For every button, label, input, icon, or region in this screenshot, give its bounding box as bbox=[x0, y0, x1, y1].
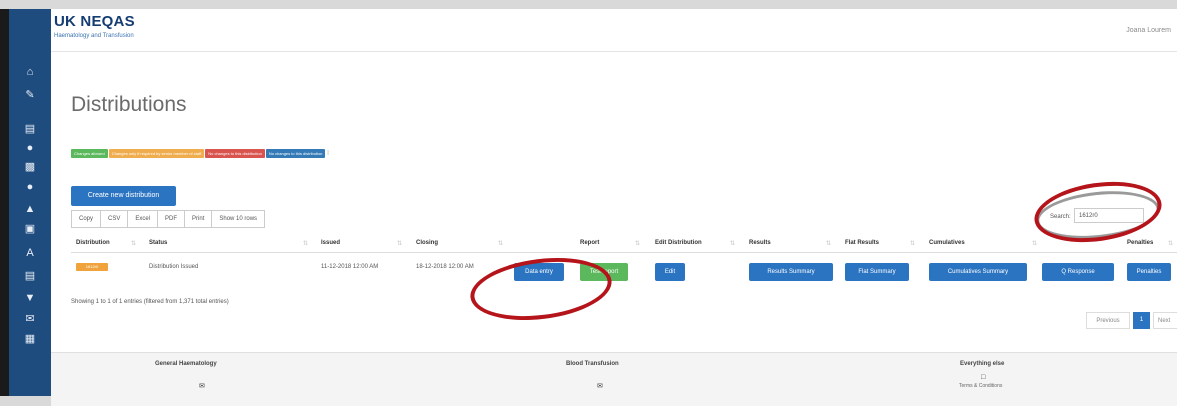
font-icon[interactable]: A bbox=[9, 247, 51, 259]
col-flat-results[interactable]: Flat Results bbox=[845, 240, 879, 246]
csv-button[interactable]: CSV bbox=[100, 210, 129, 228]
show-rows-button[interactable]: Show 10 rows bbox=[211, 210, 266, 228]
closing-cell: 18-12-2018 12:00 AM bbox=[416, 264, 474, 270]
sort-icon[interactable]: ⇅ bbox=[730, 240, 735, 247]
status-cell: Distribution Issued bbox=[149, 264, 199, 270]
footer-blood-transfusion: Blood Transfusion bbox=[566, 361, 619, 367]
penalties-button[interactable]: Penalties bbox=[1127, 263, 1171, 281]
sort-icon[interactable]: ⇅ bbox=[910, 240, 915, 247]
edit-icon[interactable]: ✎ bbox=[9, 89, 51, 101]
edit-button[interactable]: Edit bbox=[655, 263, 685, 281]
col-distribution[interactable]: Distribution bbox=[76, 240, 110, 246]
calendar-icon[interactable]: ▦ bbox=[9, 333, 51, 345]
distribution-badge: 1612r0 bbox=[76, 263, 108, 271]
sort-icon[interactable]: ⇅ bbox=[397, 240, 402, 247]
flask-icon[interactable]: ▲ bbox=[9, 203, 51, 215]
list-icon[interactable]: ▤ bbox=[9, 123, 51, 135]
legend-changes-senior: Changes only if required by senior membe… bbox=[108, 149, 205, 158]
sort-icon[interactable]: ⇅ bbox=[498, 240, 503, 247]
sort-icon[interactable]: ⇅ bbox=[303, 240, 308, 247]
results-summary-button[interactable]: Results Summary bbox=[749, 263, 833, 281]
col-issued[interactable]: Issued bbox=[321, 240, 340, 246]
copy-button[interactable]: Copy bbox=[71, 210, 102, 228]
table-header-divider bbox=[71, 252, 1177, 253]
col-results[interactable]: Results bbox=[749, 240, 771, 246]
annotation-circle-search bbox=[1030, 174, 1166, 250]
legend-changes-allowed: Changes allowed bbox=[71, 149, 108, 158]
issued-cell: 11-12-2018 12:00 AM bbox=[321, 264, 379, 270]
print-button[interactable]: Print bbox=[184, 210, 213, 228]
brand-name[interactable]: UK NEQAS bbox=[54, 13, 135, 30]
user-name[interactable]: Joana Lourem bbox=[1126, 27, 1171, 34]
excel-button[interactable]: Excel bbox=[127, 210, 159, 228]
status-legend: Changes allowed Changes only if required … bbox=[71, 149, 331, 158]
sort-icon[interactable]: ⇅ bbox=[1168, 240, 1173, 247]
table-info: Showing 1 to 1 of 1 entries (filtered fr… bbox=[71, 299, 229, 305]
pdf-button[interactable]: PDF bbox=[157, 210, 186, 228]
sort-icon[interactable]: ⇅ bbox=[826, 240, 831, 247]
col-cumulatives[interactable]: Cumulatives bbox=[929, 240, 965, 246]
q-response-button[interactable]: Q Response bbox=[1042, 263, 1114, 281]
document-icon: □ bbox=[981, 374, 986, 381]
home-icon[interactable]: ⌂ bbox=[9, 66, 51, 78]
file-icon[interactable]: ▣ bbox=[9, 223, 51, 235]
page-1-button[interactable]: 1 bbox=[1133, 312, 1150, 329]
legend-no-changes-red: No changes to this distribution bbox=[205, 149, 265, 158]
sort-icon[interactable]: ⇅ bbox=[635, 240, 640, 247]
page-title: Distributions bbox=[71, 93, 187, 116]
table-icon[interactable]: ▤ bbox=[9, 270, 51, 282]
sidebar: ⌂ ✎ ▤ ● ▩ ● ▲ ▣ A ▤ ▼ ✉ ▦ bbox=[9, 9, 51, 396]
export-buttons: Copy CSV Excel PDF Print Show 10 rows bbox=[71, 210, 266, 228]
brand-subtitle: Haematology and Transfusion bbox=[54, 33, 134, 39]
previous-page-button[interactable]: Previous bbox=[1086, 312, 1130, 329]
cumulatives-summary-button[interactable]: Cumulatives Summary bbox=[929, 263, 1027, 281]
footer: General Haematology ✉ Blood Transfusion … bbox=[51, 352, 1177, 406]
envelope-icon[interactable]: ✉ bbox=[597, 382, 603, 390]
flat-summary-button[interactable]: Flat Summary bbox=[845, 263, 909, 281]
col-status[interactable]: Status bbox=[149, 240, 167, 246]
legend-no-changes-blue: No changes to this distribution bbox=[265, 149, 326, 158]
top-header: UK NEQAS Haematology and Transfusion Joa… bbox=[51, 9, 1177, 52]
map-marker-icon[interactable]: ▼ bbox=[9, 292, 51, 304]
col-report[interactable]: Report bbox=[580, 240, 599, 246]
legend-separator: | bbox=[327, 150, 329, 156]
next-page-button[interactable]: Next bbox=[1153, 312, 1177, 329]
bar-chart-icon[interactable]: ▩ bbox=[9, 161, 51, 173]
envelope-icon[interactable]: ✉ bbox=[9, 313, 51, 325]
col-edit-distribution[interactable]: Edit Distribution bbox=[655, 240, 702, 246]
users-icon[interactable]: ● bbox=[9, 142, 51, 154]
col-closing[interactable]: Closing bbox=[416, 240, 438, 246]
create-distribution-button[interactable]: Create new distribution bbox=[71, 186, 176, 206]
sort-icon[interactable]: ⇅ bbox=[1032, 240, 1037, 247]
envelope-icon[interactable]: ✉ bbox=[199, 382, 205, 390]
globe-icon[interactable]: ● bbox=[9, 181, 51, 193]
footer-everything-else: Everything else bbox=[960, 361, 1005, 367]
window-edge bbox=[0, 9, 9, 396]
terms-link[interactable]: Terms & Conditions bbox=[959, 383, 1002, 389]
app-frame: ⌂ ✎ ▤ ● ▩ ● ▲ ▣ A ▤ ▼ ✉ ▦ UK NEQAS Haema… bbox=[0, 9, 1177, 406]
col-penalties[interactable]: Penalties bbox=[1127, 240, 1153, 246]
sort-icon[interactable]: ⇅ bbox=[131, 240, 136, 247]
footer-general-haematology: General Haematology bbox=[155, 361, 217, 367]
